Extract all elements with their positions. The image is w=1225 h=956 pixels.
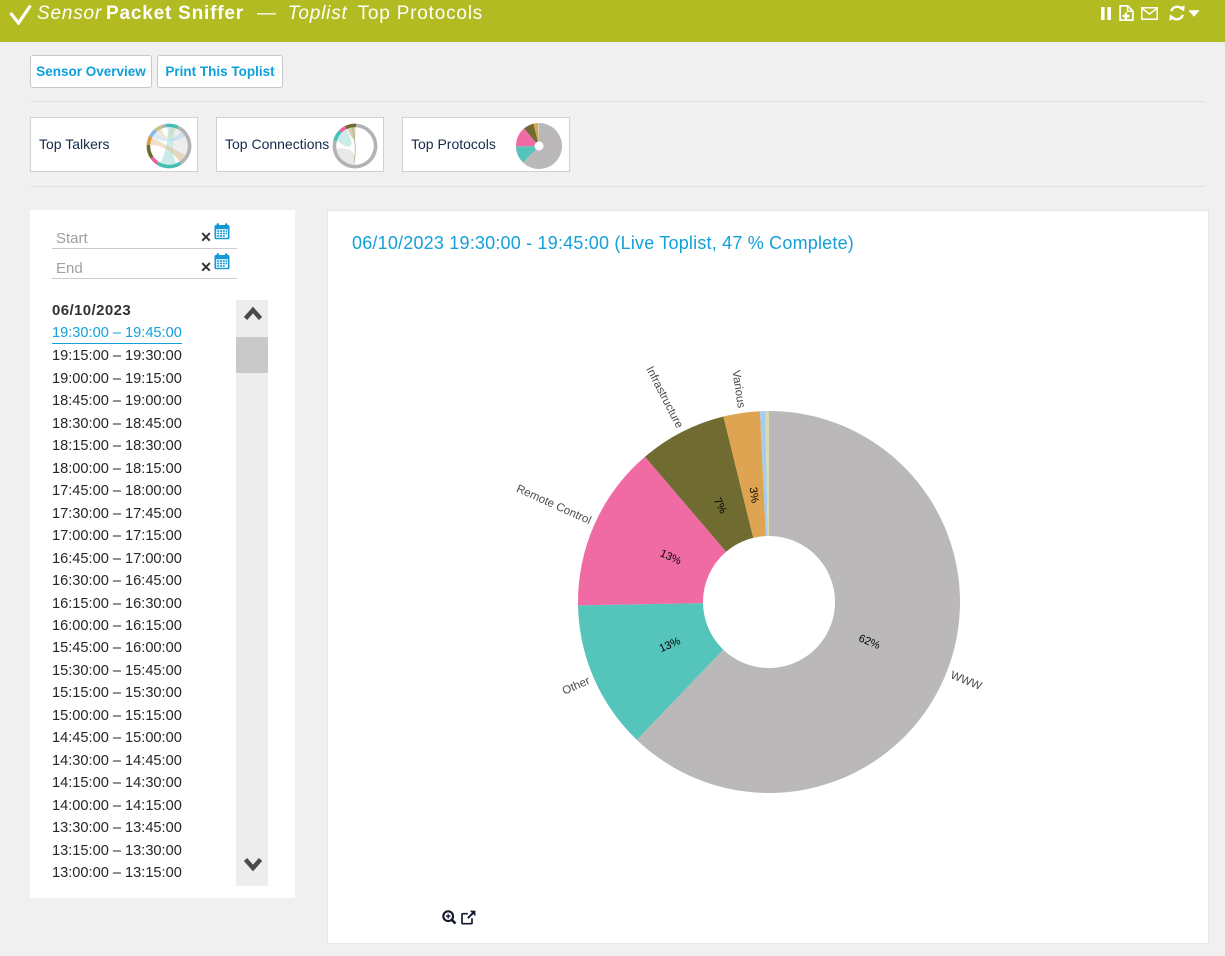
svg-text:Various: Various: [729, 369, 746, 409]
svg-text:Other: Other: [561, 675, 592, 698]
svg-text:3%: 3%: [747, 486, 761, 504]
svg-text:Infrastructure: Infrastructure: [643, 365, 685, 431]
svg-text:WWW: WWW: [949, 670, 984, 693]
svg-text:Remote Control: Remote Control: [514, 483, 592, 527]
